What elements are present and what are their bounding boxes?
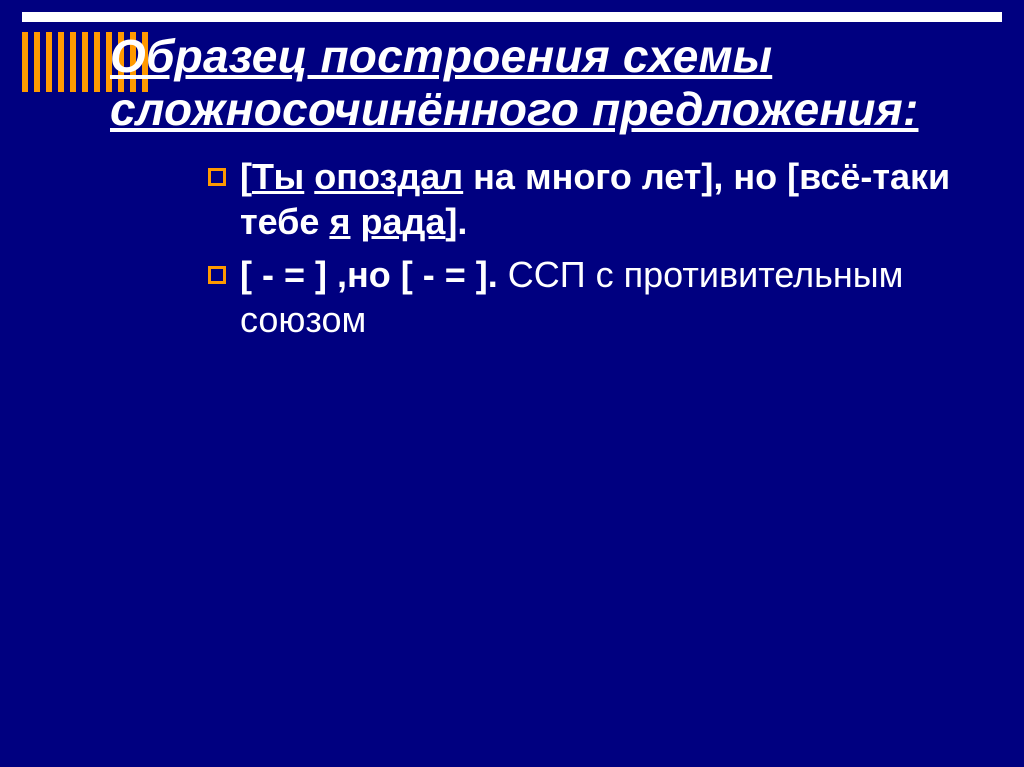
slide: Образец построения схемы сложносочинённо… [0,0,1024,767]
slide-title: Образец построения схемы сложносочинённо… [110,30,984,136]
bullet-text: [ - = ] ,но [ - = ]. ССП с противительны… [240,252,984,342]
list-item: [Ты опоздал на много лет], но [всё-таки … [208,154,984,244]
list-item: [ - = ] ,но [ - = ]. ССП с противительны… [208,252,984,342]
bullet-text: [Ты опоздал на много лет], но [всё-таки … [240,154,984,244]
content-area: Образец построения схемы сложносочинённо… [110,30,984,350]
top-rule [22,12,1002,22]
bullet-icon [208,266,226,284]
body-text: [Ты опоздал на много лет], но [всё-таки … [208,154,984,342]
bullet-icon [208,168,226,186]
